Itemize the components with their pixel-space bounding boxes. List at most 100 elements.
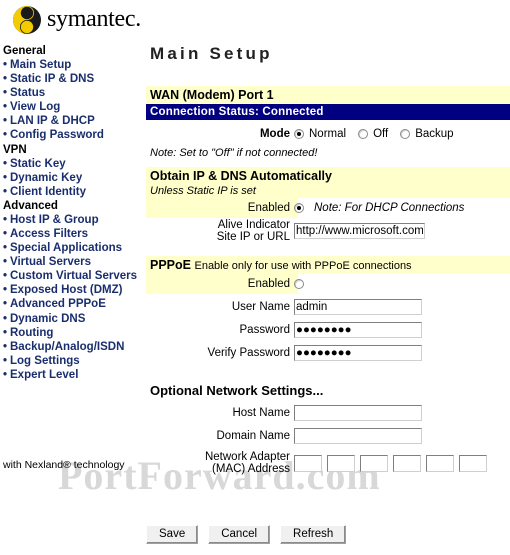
sidebar-item-label: View Log: [10, 101, 61, 114]
bullet-icon: •: [3, 326, 8, 339]
bullet-icon: •: [3, 242, 8, 255]
sidebar-item-label: Backup/Analog/ISDN: [10, 340, 125, 353]
alive-indicator-label-line2: Site IP or URL: [216, 231, 290, 243]
bullet-icon: •: [3, 101, 8, 114]
alive-indicator-label-line1: Alive Indicator: [217, 219, 290, 231]
sidebar-item-label: Virtual Servers: [10, 256, 91, 269]
sidebar-item-label: Access Filters: [10, 227, 88, 240]
page-title: Main Setup: [150, 44, 273, 63]
host-name-label: Host Name: [232, 407, 290, 419]
sidebar-item-access-filters[interactable]: • Access Filters: [0, 227, 140, 241]
bullet-icon: •: [3, 171, 8, 184]
mode-radio-off[interactable]: [358, 129, 369, 139]
pppoe-username-label: User Name: [231, 301, 290, 313]
sidebar-item-label: Main Setup: [10, 59, 72, 71]
pppoe-enabled-radio[interactable]: [294, 279, 304, 289]
mode-label: Mode: [259, 128, 290, 140]
bullet-icon: •: [3, 368, 8, 381]
sidebar-item-label: Dynamic Key: [10, 171, 83, 184]
domain-name-input[interactable]: [294, 428, 422, 444]
sidebar-item-label: Exposed Host (DMZ): [10, 284, 123, 297]
bullet-icon: •: [3, 284, 8, 297]
sidebar-item-label: Static Key: [10, 157, 66, 170]
brand-header: symantec.: [0, 0, 510, 40]
sidebar-item-log-settings[interactable]: • Log Settings: [0, 354, 140, 368]
sidebar-item-virtual-servers[interactable]: • Virtual Servers: [0, 255, 140, 269]
sidebar-item-client-identity[interactable]: • Client Identity: [0, 185, 140, 199]
sidebar-item-label: Advanced PPPoE: [10, 298, 106, 311]
mode-radio-backup-label: Backup: [415, 128, 454, 140]
refresh-button[interactable]: Refresh: [280, 525, 347, 544]
nav-group-title-general: General: [3, 45, 46, 57]
mac-octet-3[interactable]: [360, 454, 388, 472]
mac-octet-5[interactable]: [426, 454, 454, 472]
pppoe-heading-sub: Enable only for use with PPPoE connectio…: [194, 260, 412, 272]
sidebar-item-label: Dynamic DNS: [10, 312, 86, 325]
mode-radio-off-label: Off: [373, 128, 389, 140]
sidebar-item-static-ip-dns[interactable]: • Static IP & DNS: [0, 72, 140, 86]
bullet-icon: •: [3, 227, 8, 240]
sidebar-item-exposed-host-dmz[interactable]: • Exposed Host (DMZ): [0, 283, 140, 297]
bullet-icon: •: [3, 354, 8, 367]
dhcp-enabled-radio[interactable]: [294, 203, 304, 213]
mac-octet-2[interactable]: [327, 454, 355, 472]
alive-indicator-input[interactable]: [294, 223, 425, 239]
sidebar-item-status[interactable]: • Status: [0, 86, 140, 100]
cancel-button[interactable]: Cancel: [208, 525, 271, 544]
sidebar-item-label: Status: [10, 87, 46, 100]
bullet-icon: •: [3, 340, 8, 353]
save-button[interactable]: Save: [146, 525, 199, 544]
sidebar-item-lan-ip-dhcp[interactable]: • LAN IP & DHCP: [0, 114, 140, 128]
connection-status-bar: Connection Status: Connected: [146, 104, 510, 120]
sidebar-nav: General • Main Setup • Static IP & DNS • St…: [0, 44, 140, 382]
bullet-icon: •: [3, 59, 8, 71]
bullet-icon: •: [3, 312, 8, 325]
sidebar-item-label: Custom Virtual Servers: [10, 270, 137, 283]
mac-address-label: Network Adapter (MAC) Address: [146, 451, 294, 475]
bullet-icon: •: [3, 270, 8, 283]
sidebar-item-config-password[interactable]: • Config Password: [0, 128, 140, 142]
sidebar-item-main-setup[interactable]: • Main Setup: [0, 58, 140, 72]
mode-radio-normal[interactable]: [294, 129, 304, 139]
sidebar-item-custom-virtual-servers[interactable]: • Custom Virtual Servers: [0, 269, 140, 283]
pppoe-verify-password-input[interactable]: [294, 345, 422, 361]
pppoe-username-input[interactable]: [294, 299, 422, 315]
pppoe-password-input[interactable]: [294, 322, 422, 338]
sidebar-item-label: Special Applications: [10, 242, 123, 255]
bullet-icon: •: [3, 256, 8, 269]
host-name-input[interactable]: [294, 405, 422, 421]
mode-radio-backup[interactable]: [400, 129, 411, 139]
sidebar-item-dynamic-key[interactable]: • Dynamic Key: [0, 171, 140, 185]
bullet-icon: •: [3, 298, 8, 311]
mode-radio-normal-label: Normal: [309, 128, 347, 140]
dhcp-enabled-label: Enabled: [247, 202, 290, 214]
mac-octet-6[interactable]: [459, 454, 487, 472]
sidebar-item-routing[interactable]: • Routing: [0, 326, 140, 340]
main-content: Main Setup WAN (Modem) Port 1 Connection…: [146, 44, 510, 477]
sidebar-item-label: Routing: [10, 326, 54, 339]
sidebar-item-view-log[interactable]: • View Log: [0, 100, 140, 114]
dhcp-enabled-note: Note: For DHCP Connections: [314, 202, 465, 214]
mac-octet-4[interactable]: [393, 454, 421, 472]
bullet-icon: •: [3, 115, 8, 128]
sidebar-item-advanced-pppoe[interactable]: • Advanced PPPoE: [0, 297, 140, 311]
sidebar-item-special-applications[interactable]: • Special Applications: [0, 241, 140, 255]
pppoe-enabled-label: Enabled: [247, 278, 290, 290]
sidebar-item-host-ip-group[interactable]: • Host IP & Group: [0, 213, 140, 227]
sidebar-item-dynamic-dns[interactable]: • Dynamic DNS: [0, 312, 140, 326]
form-action-buttons: Save Cancel Refresh: [146, 525, 347, 544]
brand-name: symantec.: [47, 6, 141, 32]
sidebar-item-label: Host IP & Group: [10, 213, 99, 226]
sidebar-item-static-key[interactable]: • Static Key: [0, 157, 140, 171]
mac-address-label-line2: (MAC) Address: [212, 463, 290, 475]
sidebar-item-backup-analog-isdn[interactable]: • Backup/Analog/ISDN: [0, 340, 140, 354]
alive-indicator-label: Alive Indicator Site IP or URL: [146, 219, 294, 243]
sidebar-item-label: Config Password: [10, 129, 104, 142]
bullet-icon: •: [3, 185, 8, 198]
domain-name-label: Domain Name: [216, 430, 291, 442]
symantec-logo-icon: [12, 5, 42, 35]
sidebar-item-expert-level[interactable]: • Expert Level: [0, 368, 140, 382]
sidebar-item-label: LAN IP & DHCP: [10, 115, 95, 128]
pppoe-heading-text: PPPoE: [150, 258, 191, 272]
mac-octet-1[interactable]: [294, 454, 322, 472]
